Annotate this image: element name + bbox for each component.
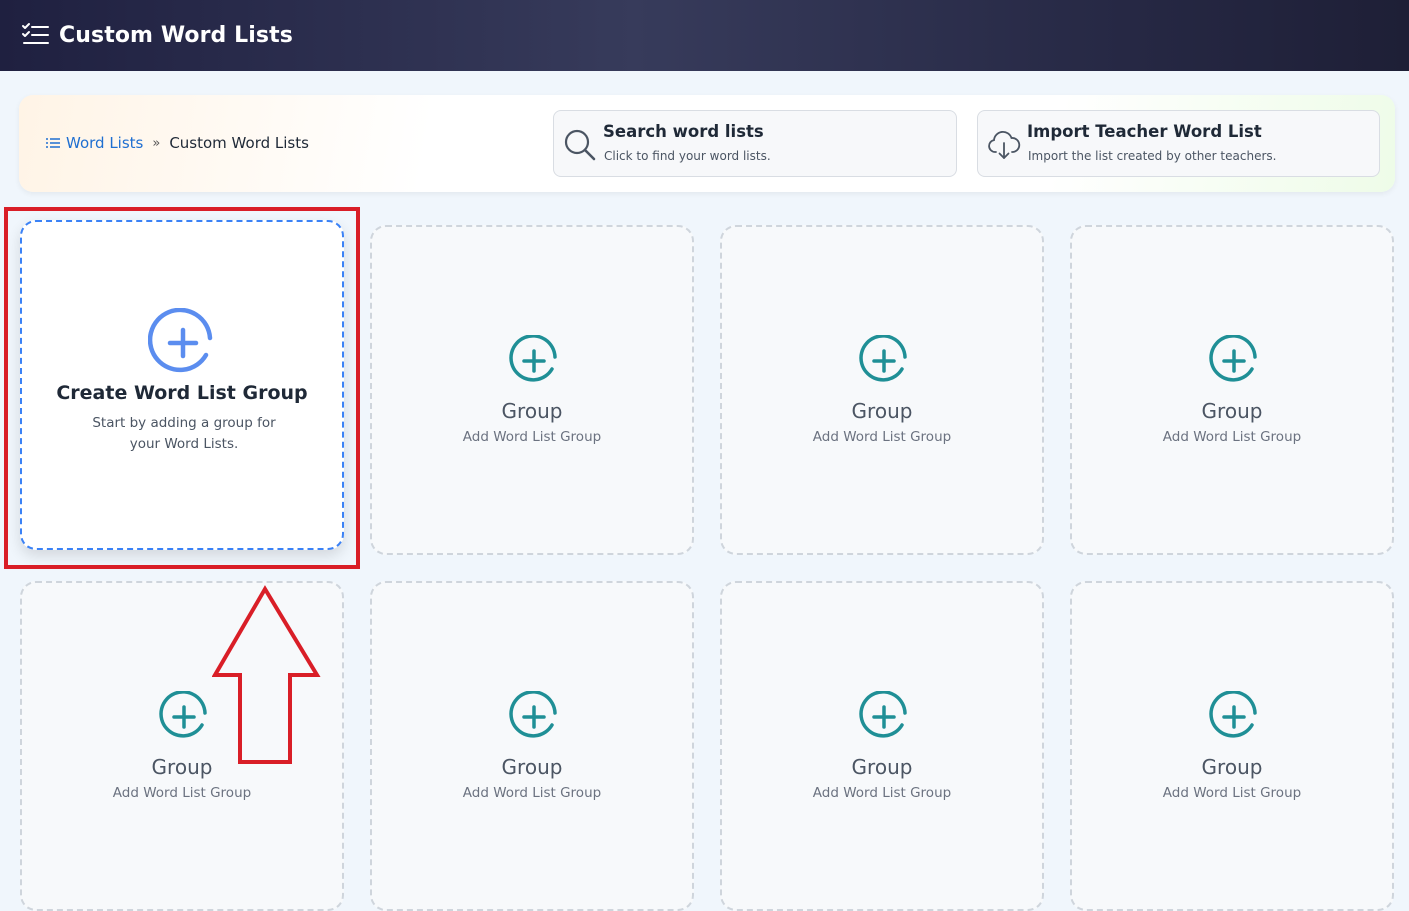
search-word-lists-button[interactable]: Search word lists Click to find your wor… xyxy=(553,110,957,177)
add-circle-icon xyxy=(509,335,557,382)
breadcrumb-current: Custom Word Lists xyxy=(169,134,309,152)
group-tile[interactable]: Group Add Word List Group xyxy=(370,225,694,555)
group-tile-title: Group xyxy=(501,755,563,779)
create-word-list-group-tile[interactable]: Create Word List Group Start by adding a… xyxy=(20,220,344,550)
group-tile-title: Group xyxy=(851,399,913,423)
group-tile[interactable]: Group Add Word List Group xyxy=(370,581,694,911)
page-title: Custom Word Lists xyxy=(59,23,293,48)
group-tile-title: Group xyxy=(851,755,913,779)
group-tile-title: Group xyxy=(1201,399,1263,423)
import-card-subtitle: Import the list created by other teacher… xyxy=(1028,149,1277,163)
add-circle-icon xyxy=(1209,335,1257,382)
create-tile-title: Create Word List Group xyxy=(56,382,308,404)
cloud-download-icon xyxy=(988,131,1021,159)
add-circle-icon xyxy=(509,691,557,738)
list-checks-icon[interactable] xyxy=(20,21,50,51)
add-circle-icon xyxy=(859,691,907,738)
import-teacher-word-list-button[interactable]: Import Teacher Word List Import the list… xyxy=(977,110,1380,177)
toolbar-panel: Word Lists » Custom Word Lists Search wo… xyxy=(19,95,1395,192)
search-card-subtitle: Click to find your word lists. xyxy=(604,149,771,163)
group-tile[interactable]: Group Add Word List Group xyxy=(1070,225,1394,555)
group-tile-title: Group xyxy=(1201,755,1263,779)
breadcrumb-link-word-lists[interactable]: Word Lists xyxy=(66,134,143,152)
breadcrumb-separator: » xyxy=(152,135,161,151)
list-icon xyxy=(46,138,60,148)
add-circle-icon xyxy=(1209,691,1257,738)
create-tile-subtitle: Start by adding a group for your Word Li… xyxy=(92,415,276,452)
group-tile-subtitle: Add Word List Group xyxy=(812,429,952,445)
add-circle-icon xyxy=(159,691,207,738)
group-tile-subtitle: Add Word List Group xyxy=(462,785,602,801)
group-tile-subtitle: Add Word List Group xyxy=(1162,429,1302,445)
search-icon xyxy=(564,129,596,161)
group-tile[interactable]: Group Add Word List Group xyxy=(20,581,344,911)
group-tile[interactable]: Group Add Word List Group xyxy=(1070,581,1394,911)
group-tile-subtitle: Add Word List Group xyxy=(1162,785,1302,801)
add-circle-icon xyxy=(148,308,213,373)
add-circle-icon xyxy=(859,335,907,382)
group-tile[interactable]: Group Add Word List Group xyxy=(720,225,1044,555)
group-tile-title: Group xyxy=(151,755,213,779)
group-tile-subtitle: Add Word List Group xyxy=(462,429,602,445)
group-tile-subtitle: Add Word List Group xyxy=(112,785,252,801)
group-tile-title: Group xyxy=(501,399,563,423)
import-card-title: Import Teacher Word List xyxy=(1027,122,1262,141)
app-header: Custom Word Lists xyxy=(0,0,1409,71)
group-tile[interactable]: Group Add Word List Group xyxy=(720,581,1044,911)
breadcrumb: Word Lists » Custom Word Lists xyxy=(46,134,309,152)
search-card-title: Search word lists xyxy=(603,122,764,141)
group-tile-subtitle: Add Word List Group xyxy=(812,785,952,801)
